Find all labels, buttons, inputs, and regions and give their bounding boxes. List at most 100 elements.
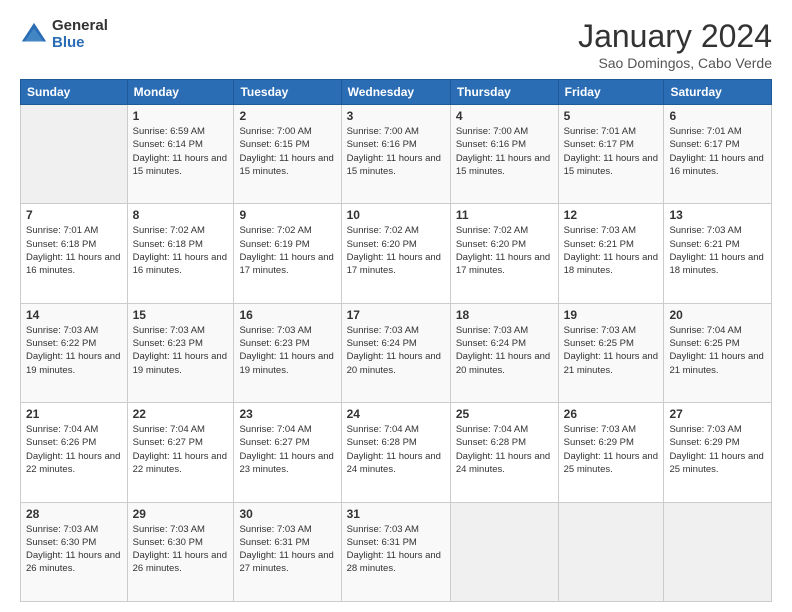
calendar-cell: 30 Sunrise: 7:03 AMSunset: 6:31 PMDayligh… — [234, 502, 341, 601]
day-number: 16 — [239, 308, 335, 322]
calendar-cell: 24 Sunrise: 7:04 AMSunset: 6:28 PMDayligh… — [341, 403, 450, 502]
th-saturday: Saturday — [664, 80, 772, 105]
day-number: 17 — [347, 308, 445, 322]
day-number: 21 — [26, 407, 122, 421]
week-row-4: 28 Sunrise: 7:03 AMSunset: 6:30 PMDayligh… — [21, 502, 772, 601]
day-info: Sunrise: 7:02 AMSunset: 6:20 PMDaylight:… — [456, 224, 553, 277]
th-monday: Monday — [127, 80, 234, 105]
day-info: Sunrise: 7:04 AMSunset: 6:26 PMDaylight:… — [26, 423, 122, 476]
calendar-cell: 17 Sunrise: 7:03 AMSunset: 6:24 PMDayligh… — [341, 303, 450, 402]
day-number: 27 — [669, 407, 766, 421]
day-info: Sunrise: 7:03 AMSunset: 6:23 PMDaylight:… — [133, 324, 229, 377]
day-info: Sunrise: 7:03 AMSunset: 6:25 PMDaylight:… — [564, 324, 659, 377]
calendar-cell: 14 Sunrise: 7:03 AMSunset: 6:22 PMDayligh… — [21, 303, 128, 402]
day-number: 12 — [564, 208, 659, 222]
calendar-cell: 31 Sunrise: 7:03 AMSunset: 6:31 PMDayligh… — [341, 502, 450, 601]
location: Sao Domingos, Cabo Verde — [578, 55, 772, 71]
day-number: 3 — [347, 109, 445, 123]
day-info: Sunrise: 7:03 AMSunset: 6:24 PMDaylight:… — [347, 324, 445, 377]
day-info: Sunrise: 7:03 AMSunset: 6:30 PMDaylight:… — [26, 523, 122, 576]
day-info: Sunrise: 7:00 AMSunset: 6:16 PMDaylight:… — [347, 125, 445, 178]
day-info: Sunrise: 7:03 AMSunset: 6:24 PMDaylight:… — [456, 324, 553, 377]
day-number: 31 — [347, 507, 445, 521]
week-row-0: 1 Sunrise: 6:59 AMSunset: 6:14 PMDaylight… — [21, 105, 772, 204]
calendar-cell: 28 Sunrise: 7:03 AMSunset: 6:30 PMDayligh… — [21, 502, 128, 601]
calendar-cell: 19 Sunrise: 7:03 AMSunset: 6:25 PMDayligh… — [558, 303, 664, 402]
th-tuesday: Tuesday — [234, 80, 341, 105]
calendar-cell: 15 Sunrise: 7:03 AMSunset: 6:23 PMDayligh… — [127, 303, 234, 402]
week-row-2: 14 Sunrise: 7:03 AMSunset: 6:22 PMDayligh… — [21, 303, 772, 402]
calendar-cell: 6 Sunrise: 7:01 AMSunset: 6:17 PMDaylight… — [664, 105, 772, 204]
day-number: 23 — [239, 407, 335, 421]
day-number: 20 — [669, 308, 766, 322]
calendar-cell: 9 Sunrise: 7:02 AMSunset: 6:19 PMDaylight… — [234, 204, 341, 303]
calendar-cell — [21, 105, 128, 204]
day-info: Sunrise: 6:59 AMSunset: 6:14 PMDaylight:… — [133, 125, 229, 178]
day-info: Sunrise: 7:01 AMSunset: 6:17 PMDaylight:… — [669, 125, 766, 178]
th-thursday: Thursday — [450, 80, 558, 105]
day-info: Sunrise: 7:03 AMSunset: 6:21 PMDaylight:… — [564, 224, 659, 277]
calendar-cell: 22 Sunrise: 7:04 AMSunset: 6:27 PMDayligh… — [127, 403, 234, 502]
calendar-cell: 16 Sunrise: 7:03 AMSunset: 6:23 PMDayligh… — [234, 303, 341, 402]
day-number: 4 — [456, 109, 553, 123]
calendar-cell: 4Sunrise: 7:00 AMSunset: 6:16 PMDaylight… — [450, 105, 558, 204]
day-info: Sunrise: 7:04 AMSunset: 6:28 PMDaylight:… — [347, 423, 445, 476]
th-friday: Friday — [558, 80, 664, 105]
day-number: 19 — [564, 308, 659, 322]
calendar-cell: 29 Sunrise: 7:03 AMSunset: 6:30 PMDayligh… — [127, 502, 234, 601]
title-area: January 2024 Sao Domingos, Cabo Verde — [578, 18, 772, 71]
day-info: Sunrise: 7:02 AMSunset: 6:19 PMDaylight:… — [239, 224, 335, 277]
month-title: January 2024 — [578, 18, 772, 55]
week-row-3: 21 Sunrise: 7:04 AMSunset: 6:26 PMDayligh… — [21, 403, 772, 502]
calendar-cell: 11Sunrise: 7:02 AMSunset: 6:20 PMDayligh… — [450, 204, 558, 303]
day-number: 22 — [133, 407, 229, 421]
day-number: 26 — [564, 407, 659, 421]
day-number: 25 — [456, 407, 553, 421]
calendar-cell: 26 Sunrise: 7:03 AMSunset: 6:29 PMDayligh… — [558, 403, 664, 502]
day-number: 30 — [239, 507, 335, 521]
day-number: 7 — [26, 208, 122, 222]
day-info: Sunrise: 7:03 AMSunset: 6:23 PMDaylight:… — [239, 324, 335, 377]
day-number: 8 — [133, 208, 229, 222]
calendar-cell — [450, 502, 558, 601]
day-number: 6 — [669, 109, 766, 123]
day-info: Sunrise: 7:00 AMSunset: 6:15 PMDaylight:… — [239, 125, 335, 178]
week-row-1: 7Sunrise: 7:01 AMSunset: 6:18 PMDaylight… — [21, 204, 772, 303]
day-info: Sunrise: 7:04 AMSunset: 6:27 PMDaylight:… — [239, 423, 335, 476]
day-info: Sunrise: 7:03 AMSunset: 6:31 PMDaylight:… — [347, 523, 445, 576]
calendar-cell: 23 Sunrise: 7:04 AMSunset: 6:27 PMDayligh… — [234, 403, 341, 502]
day-number: 2 — [239, 109, 335, 123]
logo: General Blue — [20, 18, 108, 51]
day-info: Sunrise: 7:03 AMSunset: 6:30 PMDaylight:… — [133, 523, 229, 576]
header-row: Sunday Monday Tuesday Wednesday Thursday… — [21, 80, 772, 105]
day-number: 29 — [133, 507, 229, 521]
day-number: 14 — [26, 308, 122, 322]
calendar-cell: 21 Sunrise: 7:04 AMSunset: 6:26 PMDayligh… — [21, 403, 128, 502]
logo-icon — [20, 21, 48, 49]
day-number: 1 — [133, 109, 229, 123]
day-info: Sunrise: 7:03 AMSunset: 6:22 PMDaylight:… — [26, 324, 122, 377]
day-number: 9 — [239, 208, 335, 222]
day-info: Sunrise: 7:02 AMSunset: 6:20 PMDaylight:… — [347, 224, 445, 277]
day-number: 13 — [669, 208, 766, 222]
calendar-cell: 10 Sunrise: 7:02 AMSunset: 6:20 PMDayligh… — [341, 204, 450, 303]
logo-text: General Blue — [52, 18, 108, 51]
calendar-cell: 8Sunrise: 7:02 AMSunset: 6:18 PMDaylight… — [127, 204, 234, 303]
logo-general-text: General — [52, 18, 108, 35]
day-info: Sunrise: 7:03 AMSunset: 6:21 PMDaylight:… — [669, 224, 766, 277]
day-info: Sunrise: 7:03 AMSunset: 6:29 PMDaylight:… — [564, 423, 659, 476]
day-info: Sunrise: 7:04 AMSunset: 6:25 PMDaylight:… — [669, 324, 766, 377]
day-number: 28 — [26, 507, 122, 521]
day-info: Sunrise: 7:03 AMSunset: 6:31 PMDaylight:… — [239, 523, 335, 576]
calendar-cell: 5Sunrise: 7:01 AMSunset: 6:17 PMDaylight… — [558, 105, 664, 204]
day-number: 5 — [564, 109, 659, 123]
day-info: Sunrise: 7:03 AMSunset: 6:29 PMDaylight:… — [669, 423, 766, 476]
calendar-cell — [558, 502, 664, 601]
calendar-cell: 27 Sunrise: 7:03 AMSunset: 6:29 PMDayligh… — [664, 403, 772, 502]
logo-blue-text: Blue — [52, 35, 108, 52]
day-number: 10 — [347, 208, 445, 222]
day-number: 15 — [133, 308, 229, 322]
calendar-cell: 20 Sunrise: 7:04 AMSunset: 6:25 PMDayligh… — [664, 303, 772, 402]
day-info: Sunrise: 7:04 AMSunset: 6:27 PMDaylight:… — [133, 423, 229, 476]
day-number: 24 — [347, 407, 445, 421]
